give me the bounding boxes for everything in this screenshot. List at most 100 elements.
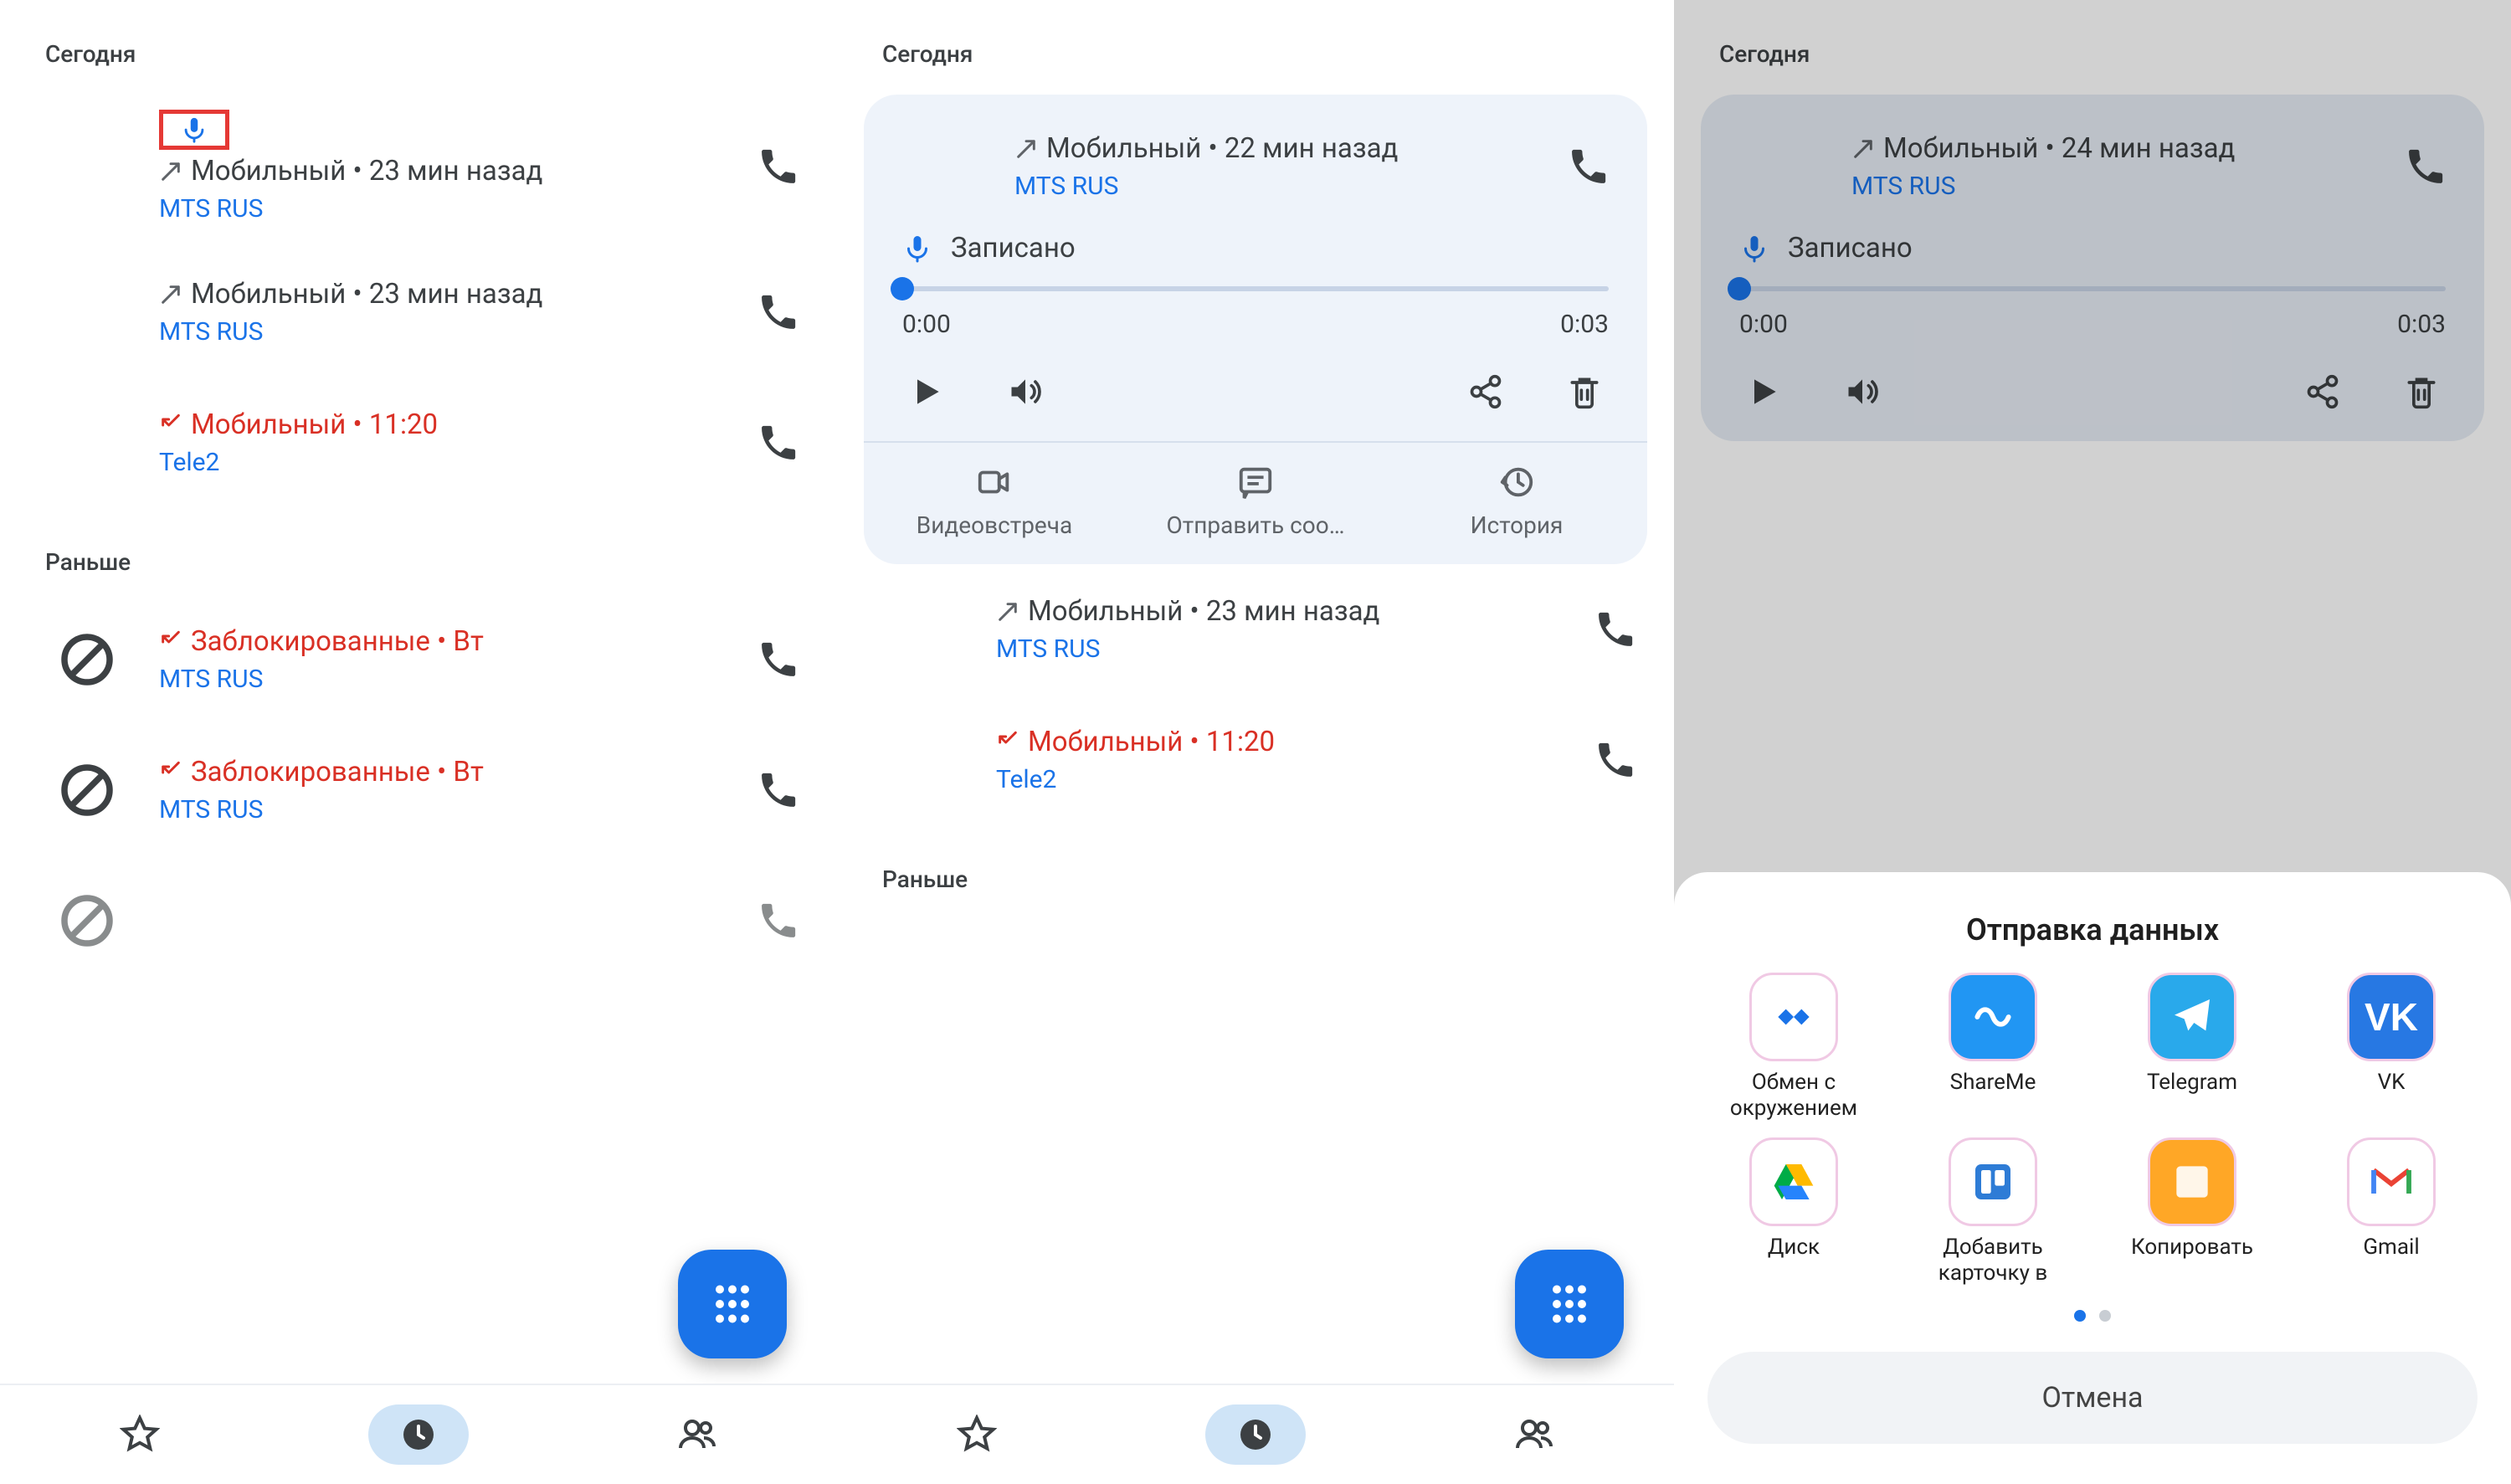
share-title: Отправка данных: [1697, 912, 2488, 947]
app-label: ShareMe: [1950, 1070, 2036, 1096]
nav-favorites[interactable]: [90, 1404, 190, 1465]
phone-icon[interactable]: [757, 638, 800, 681]
share-app[interactable]: Копировать: [2096, 1137, 2288, 1286]
phone-icon[interactable]: [757, 290, 800, 334]
app-icon: [2148, 973, 2236, 1061]
call-entry[interactable]: Мобильный • 23 мин назад MTS RUS: [0, 247, 837, 377]
progress-bar[interactable]: [1739, 286, 2446, 291]
nav-contacts[interactable]: [647, 1404, 747, 1465]
app-icon: [1749, 973, 1838, 1061]
clock-icon: [398, 1415, 439, 1455]
call-info-line: Мобильный • 22 мин назад: [1014, 132, 1567, 165]
avatar: [1738, 125, 1821, 208]
app-label: VK: [2378, 1070, 2406, 1096]
call-entry[interactable]: Мобильный • 23 мин назад MTS RUS: [0, 86, 837, 247]
share-app[interactable]: Обмен с окружением: [1697, 973, 1890, 1122]
call-entry[interactable]: Мобильный • 11:20 Tele2: [0, 377, 837, 508]
nav-recents[interactable]: [1205, 1404, 1306, 1465]
call-info-line: Мобильный • 11:20: [996, 726, 1594, 758]
call-entry[interactable]: Мобильный • 22 мин назад MTS RUS: [864, 95, 1647, 232]
header-today: Сегодня: [0, 0, 837, 86]
app-icon: [1949, 1137, 2037, 1226]
speaker-button[interactable]: [1001, 367, 1050, 416]
call-entry[interactable]: Мобильный • 23 мин назад MTS RUS: [837, 564, 1674, 695]
action-video[interactable]: Видеовстреча: [864, 443, 1125, 564]
call-info-line: Заблокированные • Вт: [159, 625, 757, 658]
dialpad-icon: [707, 1279, 757, 1329]
phone-icon[interactable]: [757, 421, 800, 465]
missed-icon: [996, 731, 1019, 754]
app-label: Добавить карточку в: [1897, 1235, 2089, 1286]
speaker-icon: [1007, 373, 1044, 410]
recorded-label: Записано: [951, 232, 1076, 264]
app-label: Обмен с окружением: [1697, 1070, 1890, 1122]
share-button[interactable]: [2298, 367, 2347, 416]
mic-icon: [902, 234, 932, 264]
play-button[interactable]: [902, 367, 951, 416]
app-icon: [1749, 1137, 1838, 1226]
phone-icon[interactable]: [1567, 145, 1610, 188]
message-icon: [1236, 463, 1275, 501]
share-app[interactable]: VKVK: [2295, 973, 2488, 1122]
app-icon: [2148, 1137, 2236, 1226]
avatar: [45, 401, 129, 485]
outgoing-icon: [159, 283, 182, 306]
progress-thumb[interactable]: [891, 277, 914, 300]
call-info-line: Мобильный • 11:20: [159, 408, 757, 441]
phone-icon[interactable]: [2404, 145, 2447, 188]
header-today: Сегодня: [1674, 0, 2511, 86]
cancel-button[interactable]: Отмена: [1707, 1352, 2478, 1444]
delete-button[interactable]: [1560, 367, 1609, 416]
call-entry[interactable]: Заблокированные • Вт MTS RUS: [0, 725, 837, 855]
nav-contacts[interactable]: [1484, 1404, 1584, 1465]
share-icon: [1467, 373, 1504, 410]
people-icon: [1514, 1415, 1554, 1455]
share-app[interactable]: Добавить карточку в: [1897, 1137, 2089, 1286]
call-entry[interactable]: Мобильный • 24 мин назад MTS RUS: [1701, 95, 2484, 232]
mic-highlight: [159, 110, 229, 150]
phone-icon[interactable]: [1594, 738, 1637, 782]
action-history[interactable]: История: [1386, 443, 1647, 564]
call-info-line: Мобильный • 24 мин назад: [1851, 132, 2404, 165]
carrier-label: Tele2: [159, 448, 757, 477]
dialpad-fab[interactable]: [1515, 1250, 1624, 1358]
recording-section: Записано 0:000:03: [1701, 232, 2484, 441]
blocked-avatar: [45, 618, 129, 701]
play-button[interactable]: [1739, 367, 1788, 416]
avatar: [45, 125, 129, 208]
call-entry[interactable]: Заблокированные • Вт MTS RUS: [0, 594, 837, 725]
history-icon: [1497, 463, 1536, 501]
share-app[interactable]: Telegram: [2096, 973, 2288, 1122]
phone-icon[interactable]: [757, 145, 800, 188]
panel-recents: Сегодня Мобильный • 23 мин назад MTS RUS…: [0, 0, 837, 1484]
app-icon: [1949, 973, 2037, 1061]
share-button[interactable]: [1461, 367, 1510, 416]
phone-icon[interactable]: [757, 768, 800, 812]
block-icon: [57, 891, 117, 951]
phone-icon[interactable]: [1594, 608, 1637, 651]
nav-recents[interactable]: [368, 1404, 469, 1465]
mic-icon: [180, 116, 208, 144]
call-entry[interactable]: Мобильный • 11:20 Tele2: [837, 695, 1674, 825]
progress-bar[interactable]: [902, 286, 1609, 291]
dot-active: [2074, 1310, 2086, 1322]
call-entry[interactable]: [0, 855, 837, 986]
phone-icon[interactable]: [757, 899, 800, 942]
carrier-label: Tele2: [996, 765, 1594, 794]
delete-button[interactable]: [2397, 367, 2446, 416]
action-message[interactable]: Отправить соо…: [1125, 443, 1386, 564]
share-app[interactable]: Gmail: [2295, 1137, 2488, 1286]
speaker-button[interactable]: [1838, 367, 1887, 416]
header-earlier: Раньше: [837, 825, 1674, 911]
call-info-line: Мобильный • 23 мин назад: [159, 278, 757, 311]
dialpad-fab[interactable]: [678, 1250, 787, 1358]
app-label: Telegram: [2147, 1070, 2237, 1096]
share-app[interactable]: Диск: [1697, 1137, 1890, 1286]
blocked-avatar: [45, 879, 129, 963]
carrier-label: MTS RUS: [1851, 172, 2404, 201]
progress-thumb[interactable]: [1728, 277, 1751, 300]
share-sheet: Отправка данных Обмен с окружением ShareM…: [1674, 872, 2511, 1484]
nav-favorites[interactable]: [927, 1404, 1027, 1465]
share-app[interactable]: ShareMe: [1897, 973, 2089, 1122]
header-today: Сегодня: [837, 0, 1674, 86]
